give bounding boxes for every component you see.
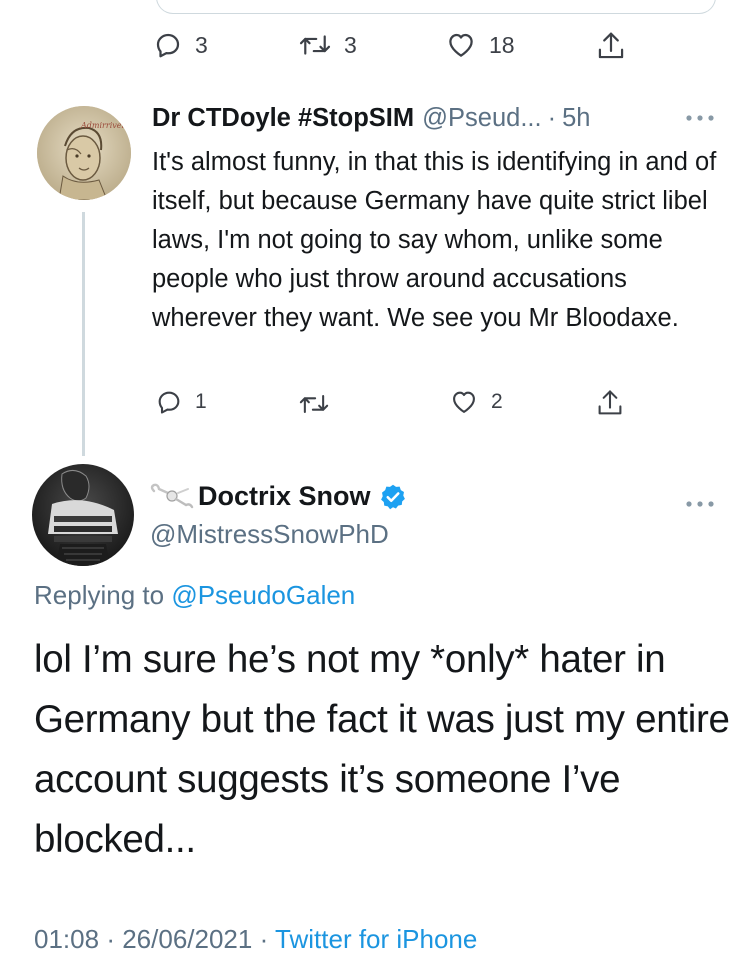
heart-icon: [449, 33, 473, 57]
main-author-row[interactable]: Doctrix Snow: [148, 481, 407, 512]
more-icon[interactable]: [684, 104, 716, 130]
reply-author-name[interactable]: Dr CTDoyle #StopSIM: [152, 104, 414, 133]
reply-action[interactable]: 3: [153, 30, 208, 60]
main-author-name[interactable]: Doctrix Snow: [198, 481, 371, 512]
tweet-metadata: 01:08 · 26/06/2021 · Twitter for iPhone: [34, 924, 477, 955]
meta-separator: ·: [259, 924, 269, 954]
reply-icon: [156, 33, 180, 58]
reply-text: It's almost funny, in that this is ident…: [152, 148, 717, 332]
more-icon[interactable]: [684, 490, 716, 516]
like-count: 2: [491, 390, 503, 413]
reply-timestamp[interactable]: 5h: [562, 104, 590, 133]
tweet-source-link[interactable]: Twitter for iPhone: [275, 924, 477, 954]
tweet-date[interactable]: 26/06/2021: [122, 924, 252, 954]
share-action[interactable]: [596, 388, 624, 418]
reply-count: 1: [195, 390, 207, 413]
quoted-tweet-card[interactable]: [156, 0, 716, 14]
like-action[interactable]: 18: [445, 30, 515, 60]
replying-to: Replying to @PseudoGalen: [34, 580, 355, 611]
retweet-count: 3: [344, 31, 357, 58]
thread-line: [82, 212, 85, 456]
replying-mention-link[interactable]: @PseudoGalen: [171, 580, 355, 610]
tweet-time[interactable]: 01:08: [34, 924, 99, 954]
retweet-action[interactable]: 3: [298, 30, 357, 60]
reply-count: 3: [195, 31, 208, 58]
reply-action[interactable]: 1: [155, 388, 207, 416]
replying-prefix: Replying to: [34, 580, 165, 610]
reply-header: Dr CTDoyle #StopSIM @Pseud... · 5h: [152, 104, 732, 133]
meta-separator: ·: [106, 924, 115, 954]
reply-separator: ·: [547, 104, 557, 132]
like-action[interactable]: 2: [449, 388, 503, 416]
like-count: 18: [489, 31, 515, 58]
reply-icon: [158, 391, 180, 414]
verified-badge-icon: [380, 484, 405, 509]
share-action[interactable]: [596, 30, 626, 62]
retweet-action[interactable]: [298, 390, 342, 418]
retweet-icon: [299, 35, 331, 55]
share-icon: [598, 390, 622, 415]
avatar[interactable]: Admirrivelle: [37, 106, 131, 200]
avatar-caption: Admirrivelle: [80, 121, 131, 130]
bone-emoji-icon: [150, 483, 194, 508]
reply-author-handle[interactable]: @Pseud...: [422, 104, 541, 133]
share-icon: [598, 32, 624, 59]
avatar[interactable]: [32, 464, 134, 566]
heart-icon: [453, 391, 475, 413]
retweet-icon: [299, 394, 329, 414]
main-author-handle[interactable]: @MistressSnowPhD: [150, 519, 389, 550]
main-tweet-text: lol I’m sure he’s not my *only* hater in…: [34, 638, 730, 861]
